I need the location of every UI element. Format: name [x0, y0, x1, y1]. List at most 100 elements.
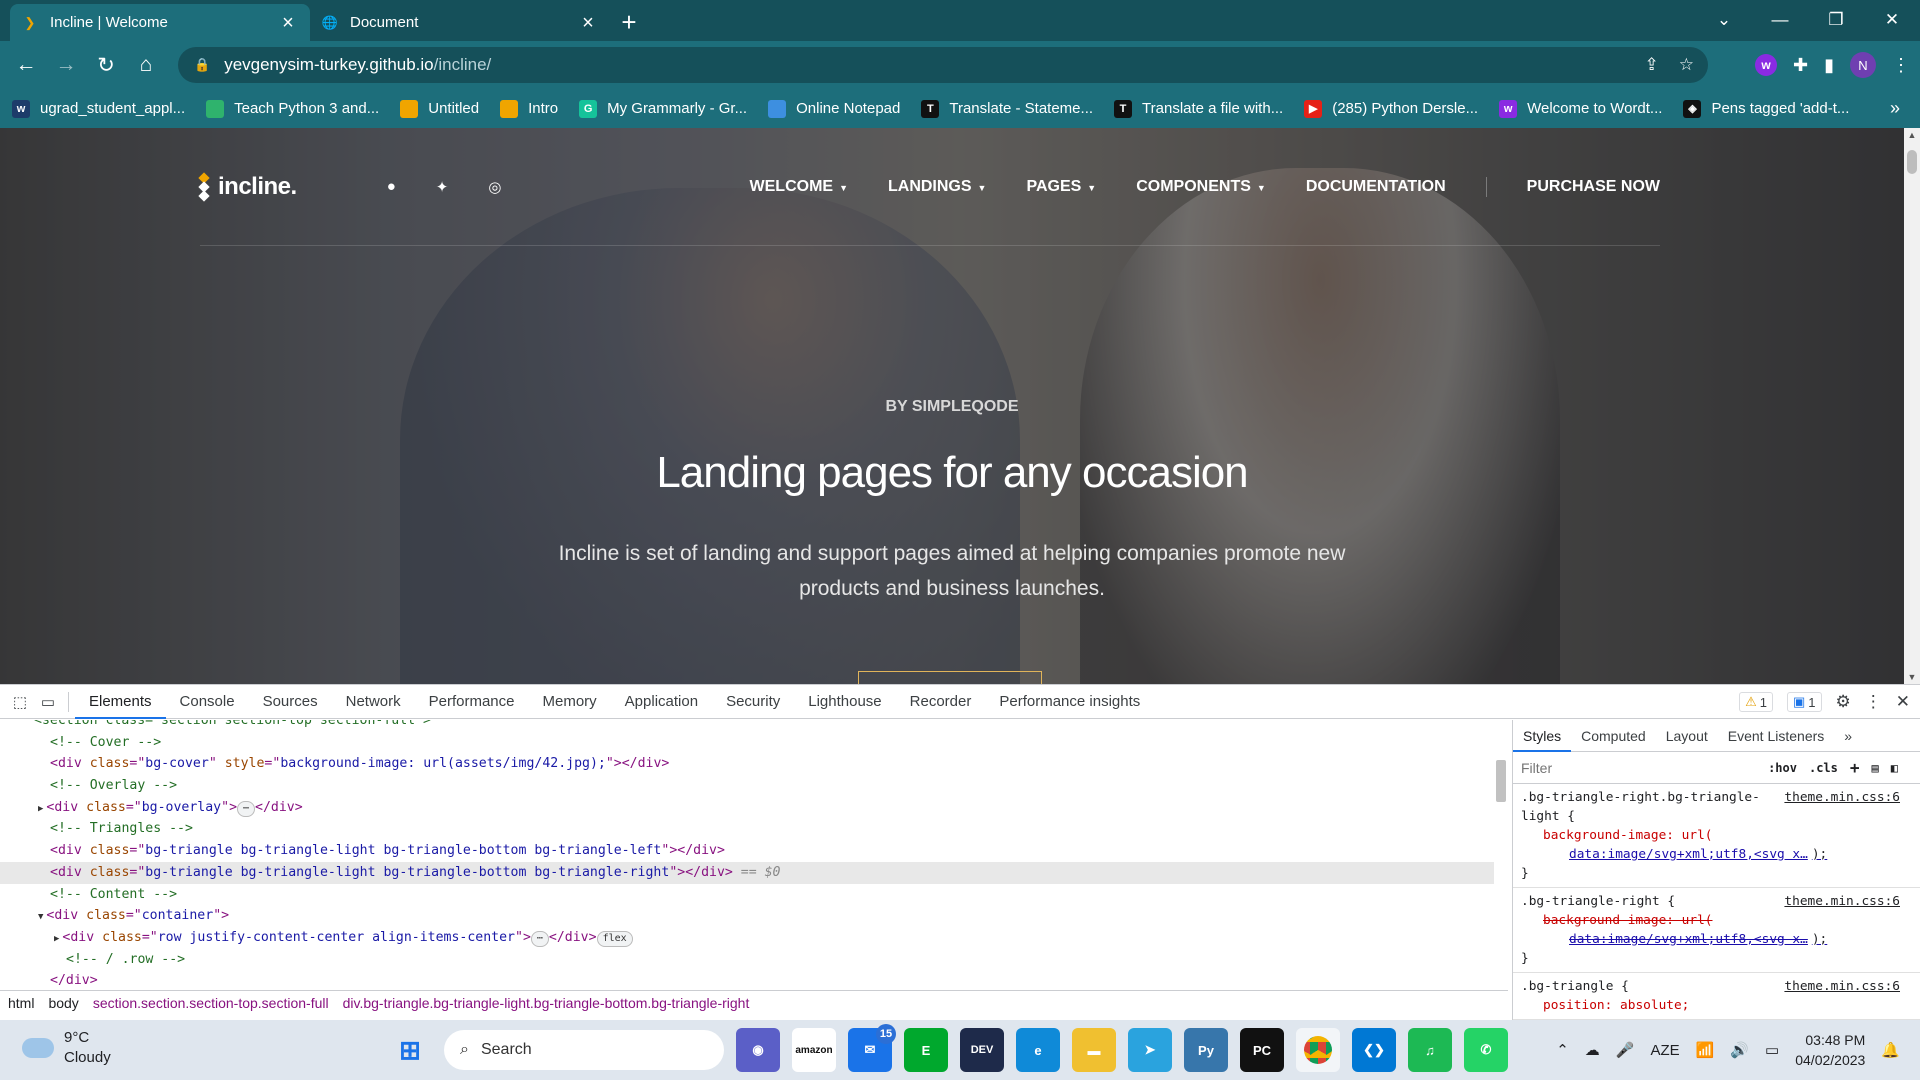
- bookmark-item[interactable]: w Welcome to Wordt...: [1499, 99, 1662, 118]
- profile-avatar[interactable]: N: [1850, 52, 1876, 78]
- edge-icon[interactable]: e: [1016, 1028, 1060, 1072]
- nav-landings[interactable]: LANDINGS ▼: [888, 178, 986, 196]
- bookmark-item[interactable]: Online Notepad: [768, 99, 900, 118]
- amazon-icon[interactable]: amazon: [792, 1028, 836, 1072]
- tab-computed[interactable]: Computed: [1571, 720, 1656, 752]
- wordtune-extension-icon[interactable]: w: [1755, 54, 1777, 76]
- python-icon[interactable]: Py: [1184, 1028, 1228, 1072]
- devtools-tab-recorder[interactable]: Recorder: [896, 685, 986, 719]
- dom-node-row[interactable]: ▼ <div class="container">: [0, 905, 1494, 927]
- new-tab-button[interactable]: +: [610, 4, 648, 41]
- restore-button[interactable]: ❐: [1808, 0, 1864, 40]
- onedrive-icon[interactable]: ☁: [1585, 1041, 1600, 1059]
- close-devtools-icon[interactable]: ✕: [1896, 692, 1910, 712]
- menu-kebab-icon[interactable]: ⋮: [1892, 55, 1910, 76]
- devtools-tab-security[interactable]: Security: [712, 685, 794, 719]
- weather-widget[interactable]: 9°C Cloudy: [22, 1028, 111, 1068]
- expand-arrow-icon[interactable]: ▶: [54, 934, 59, 944]
- dom-node-row[interactable]: <!-- Cover -->: [0, 732, 1494, 754]
- scroll-down-icon[interactable]: ▼: [1904, 672, 1920, 682]
- dom-node-row[interactable]: <div class="bg-cover" style="background-…: [0, 753, 1494, 775]
- tab-document[interactable]: 🌐 Document ×: [310, 4, 610, 41]
- close-window-button[interactable]: ✕: [1864, 0, 1920, 40]
- bookmark-item[interactable]: ▶ (285) Python Dersle...: [1304, 99, 1478, 118]
- dom-token[interactable]: ⋯: [237, 800, 256, 817]
- crumb-body[interactable]: body: [48, 995, 78, 1011]
- devtools-tab-console[interactable]: Console: [166, 685, 249, 719]
- more-bookmarks-icon[interactable]: »: [1890, 89, 1900, 128]
- rule-property[interactable]: position: absolute;: [1521, 996, 1912, 1015]
- rule-source-link[interactable]: theme.min.css:6: [1784, 977, 1900, 996]
- chrome-icon[interactable]: [1296, 1028, 1340, 1072]
- devtools-tab-performance[interactable]: Performance: [415, 685, 529, 719]
- bookmark-item[interactable]: Teach Python 3 and...: [206, 99, 379, 118]
- close-tab-icon[interactable]: ×: [278, 13, 298, 33]
- home-button[interactable]: ⌂: [128, 47, 164, 83]
- messages-badge[interactable]: ▣ 1: [1786, 692, 1822, 712]
- pycharm-icon[interactable]: PC: [1240, 1028, 1284, 1072]
- crumb-html[interactable]: html: [8, 995, 34, 1011]
- rule-value-link[interactable]: data:image/svg+xml;utf8,<svg x…);: [1521, 930, 1912, 949]
- devtools-tab-application[interactable]: Application: [611, 685, 712, 719]
- dom-node-row[interactable]: <section class="section section-top sect…: [0, 720, 1494, 732]
- evernote-icon[interactable]: E: [904, 1028, 948, 1072]
- rule-value-link[interactable]: data:image/svg+xml;utf8,<svg x…);: [1521, 845, 1912, 864]
- purchase-now-link[interactable]: PURCHASE NOW: [1527, 178, 1660, 196]
- nav-components[interactable]: COMPONENTS ▼: [1136, 178, 1266, 196]
- devtools-tab-sources[interactable]: Sources: [249, 685, 332, 719]
- site-logo[interactable]: incline.: [198, 172, 297, 202]
- styles-filter-input[interactable]: [1521, 759, 1757, 776]
- warnings-badge[interactable]: ⚠ 1: [1739, 692, 1773, 712]
- language-indicator[interactable]: AZE: [1650, 1042, 1679, 1059]
- more-tabs-icon[interactable]: »: [1834, 720, 1862, 752]
- tab-incline[interactable]: ❯ Incline | Welcome ×: [10, 4, 310, 41]
- scrollbar-thumb[interactable]: [1496, 760, 1506, 802]
- file-explorer-icon[interactable]: ▬: [1072, 1028, 1116, 1072]
- forward-button[interactable]: →: [48, 47, 84, 83]
- devtools-tab-memory[interactable]: Memory: [529, 685, 611, 719]
- nav-pages[interactable]: PAGES ▼: [1026, 178, 1096, 196]
- devtools-menu-icon[interactable]: ⋮: [1865, 692, 1882, 712]
- spotify-icon[interactable]: ♫: [1408, 1028, 1452, 1072]
- devtools-tab-performance-insights[interactable]: Performance insights: [985, 685, 1154, 719]
- device-toolbar-icon[interactable]: ▭: [34, 693, 62, 711]
- back-button[interactable]: ←: [8, 47, 44, 83]
- dom-node-row[interactable]: <!-- Overlay -->: [0, 775, 1494, 797]
- devtools-tab-network[interactable]: Network: [332, 685, 415, 719]
- hero-cta-button[interactable]: [858, 671, 1042, 684]
- dom-node-row[interactable]: </div>: [0, 970, 1494, 988]
- dom-node-row[interactable]: <!-- / .row -->: [0, 949, 1494, 971]
- show-hidden-icons-icon[interactable]: ⌃: [1556, 1041, 1569, 1059]
- devtools-tab-elements[interactable]: Elements: [75, 685, 166, 719]
- address-bar[interactable]: 🔒 yevgenysim-turkey.github.io/incline/ ⇪…: [178, 47, 1708, 83]
- new-rule-icon[interactable]: +: [1850, 758, 1860, 777]
- dom-token[interactable]: flex: [596, 930, 633, 947]
- hov-toggle[interactable]: :hov: [1768, 761, 1797, 775]
- bookmark-star-icon[interactable]: ☆: [1679, 55, 1694, 75]
- page-scrollbar[interactable]: ▲ ▼: [1904, 128, 1920, 684]
- sidebar-toggle-icon[interactable]: ◧: [1891, 761, 1898, 775]
- elements-scrollbar[interactable]: [1494, 720, 1508, 988]
- collapse-arrow-icon[interactable]: ▼: [38, 912, 43, 922]
- microphone-icon[interactable]: 🎤: [1616, 1041, 1635, 1059]
- tab-styles[interactable]: Styles: [1513, 720, 1572, 752]
- mail-icon[interactable]: ✉ 15: [848, 1024, 896, 1072]
- css-rule[interactable]: .bg-triangle-right {theme.min.css:6 backg…: [1513, 888, 1920, 973]
- dom-node-row[interactable]: <div class="bg-triangle bg-triangle-ligh…: [0, 861, 1494, 884]
- devtools-tab-lighthouse[interactable]: Lighthouse: [794, 685, 895, 719]
- elements-tree[interactable]: <section class="section section-top sect…: [0, 720, 1494, 988]
- instagram-icon[interactable]: ◎: [488, 178, 501, 196]
- lock-icon[interactable]: 🔒: [194, 57, 210, 73]
- bookmark-item[interactable]: w ugrad_student_appl...: [12, 99, 185, 118]
- bookmark-item[interactable]: Intro: [500, 99, 558, 118]
- tab-event-listeners[interactable]: Event Listeners: [1718, 720, 1835, 752]
- crumb-div[interactable]: div.bg-triangle.bg-triangle-light.bg-tri…: [343, 995, 750, 1011]
- bookmark-item[interactable]: T Translate a file with...: [1114, 99, 1283, 118]
- share-icon[interactable]: ⇪: [1645, 55, 1659, 75]
- github-icon[interactable]: ●: [387, 178, 396, 196]
- vscode-icon[interactable]: ❮❯: [1352, 1028, 1396, 1072]
- css-rule[interactable]: .bg-triangle-right.bg-triangle-light {th…: [1513, 784, 1920, 888]
- close-tab-icon[interactable]: ×: [578, 13, 598, 33]
- minimize-button[interactable]: —: [1752, 0, 1808, 40]
- dom-node-row[interactable]: ▶ <div class="row justify-content-center …: [0, 927, 1494, 949]
